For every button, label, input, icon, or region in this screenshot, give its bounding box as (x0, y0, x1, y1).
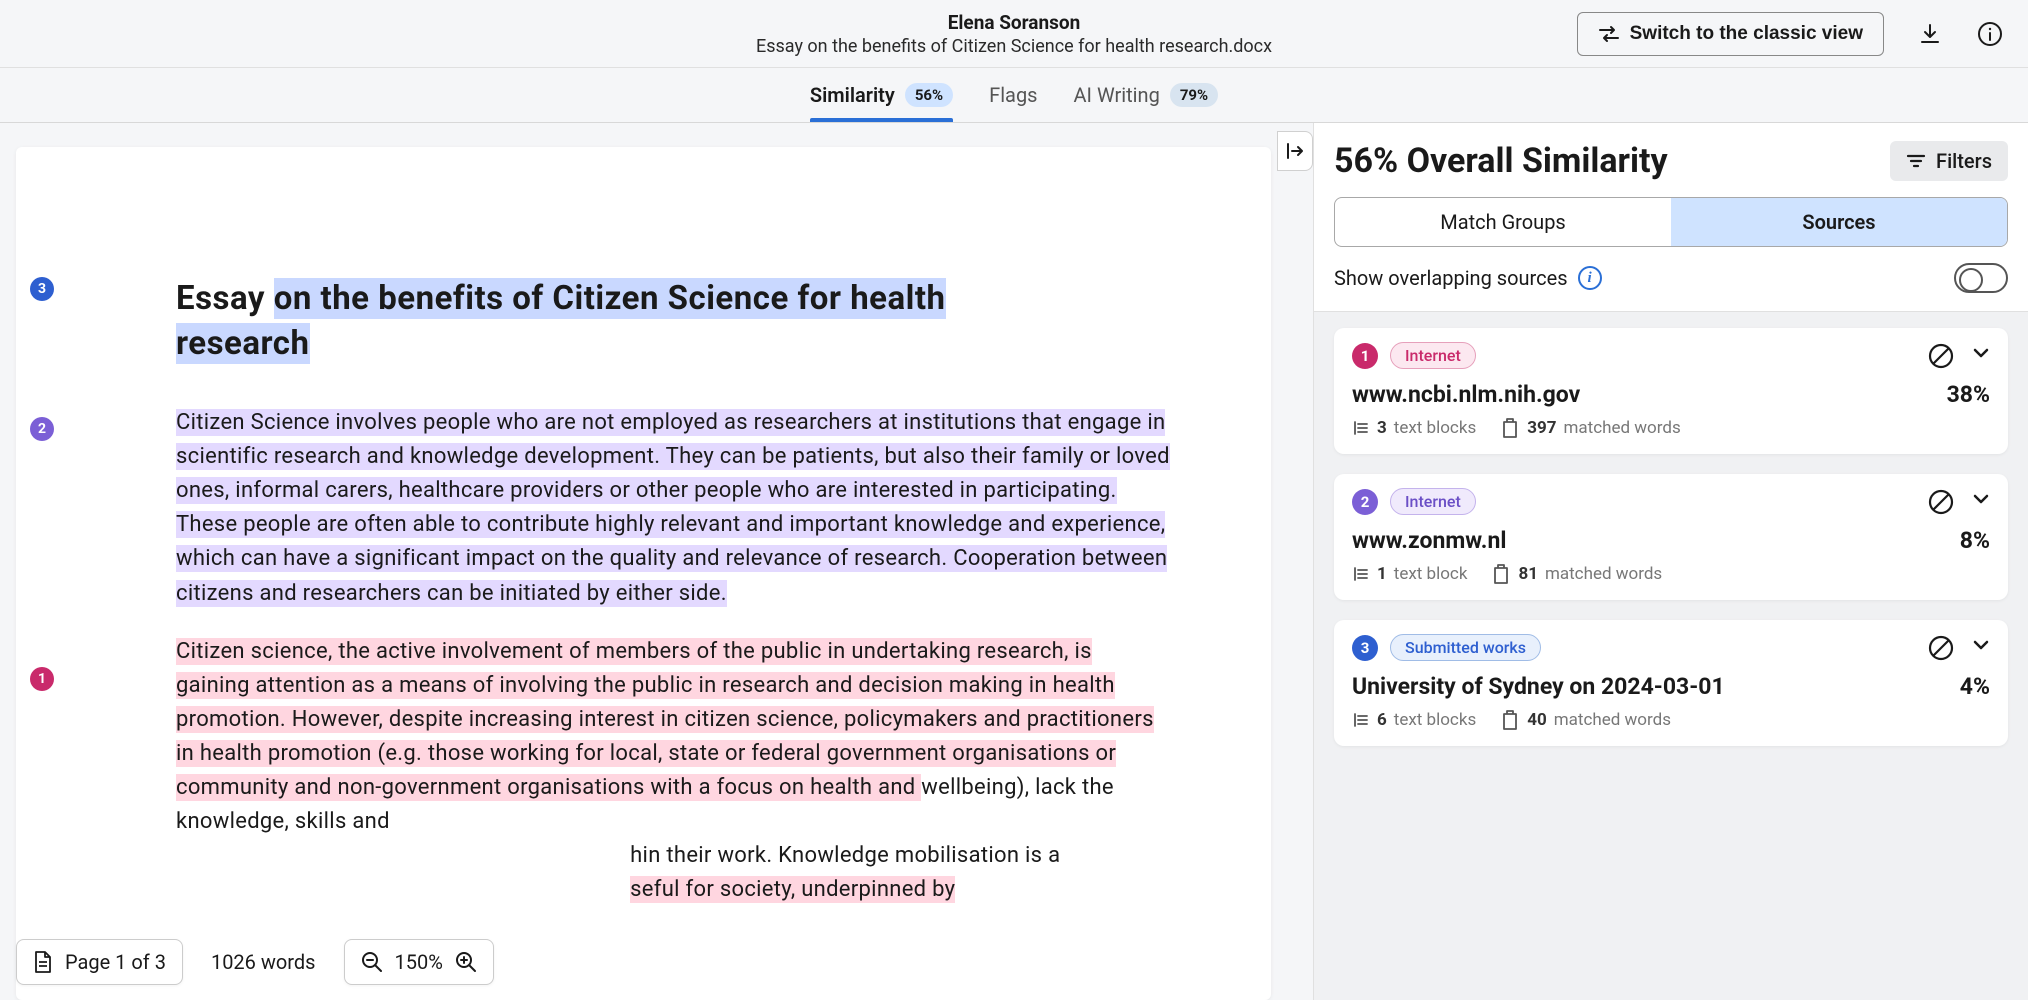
source-percent: 8% (1960, 527, 1990, 554)
switch-classic-label: Switch to the classic view (1630, 23, 1863, 45)
source-card-3[interactable]: 3 Submitted works University of Sydney o… (1334, 620, 2008, 746)
word-count: 1026 words (195, 940, 332, 984)
zoom-out-icon[interactable] (361, 951, 383, 973)
swap-icon (1598, 25, 1620, 43)
filter-icon (1906, 153, 1926, 169)
zoom-in-icon[interactable] (455, 951, 477, 973)
zoom-control: 150% (344, 939, 494, 985)
tab-flags-label: Flags (989, 83, 1037, 107)
source-percent: 38% (1947, 381, 1990, 408)
text-blocks-meta: 1 text block (1352, 564, 1467, 584)
source-type-pill: Submitted works (1390, 634, 1541, 661)
tab-similarity[interactable]: Similarity 56% (810, 69, 953, 121)
source-number-badge: 2 (1352, 489, 1378, 515)
matched-words-meta: 40 matched words (1502, 710, 1671, 730)
tabs-bar: Similarity 56% Flags AI Writing 79% (0, 68, 2028, 123)
zoom-level: 150% (395, 950, 443, 974)
seg-sources[interactable]: Sources (1671, 198, 2007, 246)
exclude-icon[interactable] (1928, 343, 1954, 369)
sidebar-header: 56% Overall Similarity Filters (1314, 123, 2028, 197)
tab-similarity-badge: 56% (905, 83, 953, 107)
tab-similarity-label: Similarity (810, 83, 895, 107)
overlap-label: Show overlapping sources (1334, 266, 1568, 290)
header-center: Elena Soranson Essay on the benefits of … (756, 11, 1272, 57)
tab-ai-writing[interactable]: AI Writing 79% (1074, 69, 1219, 121)
page-indicator[interactable]: Page 1 of 3 (16, 939, 183, 985)
text-blocks-meta: 6 text blocks (1352, 710, 1476, 730)
source-type-pill: Internet (1390, 488, 1476, 515)
sidebar-collapse-handle[interactable] (1277, 131, 1313, 171)
text-blocks-meta: 3 text blocks (1352, 418, 1476, 438)
overlap-info-icon[interactable]: i (1578, 266, 1602, 290)
source-card-2[interactable]: 2 Internet www.zonmw.nl 8% (1334, 474, 2008, 600)
tab-ai-label: AI Writing (1074, 83, 1160, 107)
document-paragraph-1: Citizen Science involves people who are … (176, 406, 1171, 611)
source-url: University of Sydney on 2024-03-01 (1352, 673, 1725, 700)
document-wrap: 3 2 1 Essay on the benefits of Citizen S… (0, 123, 1313, 1000)
file-name: Essay on the benefits of Citizen Science… (756, 36, 1272, 57)
page-icon (33, 950, 53, 974)
source-url: www.ncbi.nlm.nih.gov (1352, 381, 1580, 408)
source-url: www.zonmw.nl (1352, 527, 1506, 554)
page-indicator-text: Page 1 of 3 (65, 950, 166, 974)
download-icon[interactable] (1916, 20, 1944, 48)
author-name: Elena Soranson (756, 11, 1272, 34)
bottom-toolbar: Page 1 of 3 1026 words 150% (16, 939, 494, 985)
document-title: Essay on the benefits of Citizen Science… (176, 277, 1171, 366)
margin-marker-1[interactable]: 1 (30, 667, 54, 691)
tab-flags[interactable]: Flags (989, 69, 1037, 121)
margin-marker-3[interactable]: 3 (30, 277, 54, 301)
overlap-row: Show overlapping sources i (1314, 263, 2028, 311)
filters-button[interactable]: Filters (1890, 141, 2008, 181)
document-page: 3 2 1 Essay on the benefits of Citizen S… (16, 147, 1271, 1000)
exclude-icon[interactable] (1928, 635, 1954, 661)
sidebar: 56% Overall Similarity Filters Match Gro… (1313, 123, 2028, 1000)
chevron-down-icon[interactable] (1972, 347, 1990, 365)
source-card-1[interactable]: 1 Internet www.ncbi.nlm.nih.gov 38% (1334, 328, 2008, 454)
exclude-icon[interactable] (1928, 489, 1954, 515)
source-number-badge: 3 (1352, 635, 1378, 661)
source-number-badge: 1 (1352, 343, 1378, 369)
chevron-down-icon[interactable] (1972, 639, 1990, 657)
sources-list[interactable]: 1 Internet www.ncbi.nlm.nih.gov 38% (1314, 311, 2028, 1000)
margin-marker-2[interactable]: 2 (30, 417, 54, 441)
info-icon[interactable] (1976, 20, 2004, 48)
source-percent: 4% (1960, 673, 1990, 700)
header-bar: Elena Soranson Essay on the benefits of … (0, 0, 2028, 68)
chevron-down-icon[interactable] (1972, 493, 1990, 511)
matched-words-meta: 397 matched words (1502, 418, 1681, 438)
filters-label: Filters (1936, 149, 1992, 173)
document-paragraph-2: Citizen science, the active involvement … (176, 635, 1171, 908)
overlap-toggle[interactable] (1954, 263, 2008, 293)
segmented-control: Match Groups Sources (1334, 197, 2008, 247)
overall-similarity-title: 56% Overall Similarity (1334, 141, 1668, 181)
source-type-pill: Internet (1390, 342, 1476, 369)
tab-ai-badge: 79% (1170, 83, 1218, 107)
word-count-text: 1026 words (211, 950, 316, 974)
seg-match-groups[interactable]: Match Groups (1335, 198, 1671, 246)
main-area: 3 2 1 Essay on the benefits of Citizen S… (0, 123, 2028, 1000)
switch-classic-button[interactable]: Switch to the classic view (1577, 12, 1884, 56)
matched-words-meta: 81 matched words (1493, 564, 1662, 584)
